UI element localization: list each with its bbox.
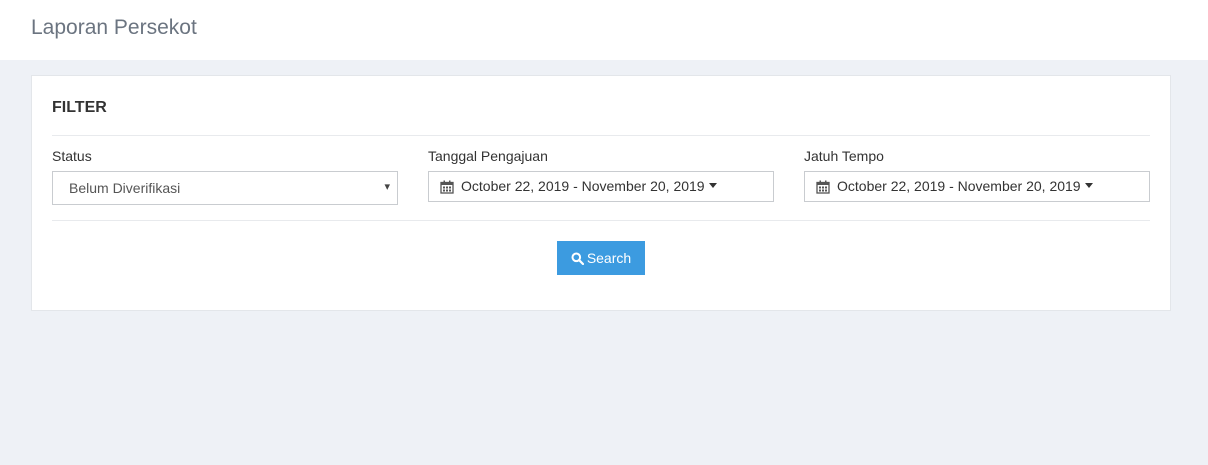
divider [52, 220, 1150, 221]
caret-down-icon [1084, 182, 1093, 188]
jatuh-tempo-value: October 22, 2019 - November 20, 2019 [837, 178, 1081, 194]
tanggal-pengajuan-daterange[interactable]: October 22, 2019 - November 20, 2019 [428, 171, 774, 202]
filter-title: FILTER [52, 99, 107, 116]
tanggal-pengajuan-label: Tanggal Pengajuan [428, 148, 548, 164]
search-button[interactable]: Search [557, 241, 645, 275]
caret-down-icon [708, 182, 717, 188]
search-button-label: Search [586, 250, 632, 266]
chevron-down-icon: ▾ [384, 181, 390, 193]
filter-panel: FILTER Status Belum Diverifikasi ▾ Tangg… [31, 75, 1171, 311]
jatuh-tempo-label: Jatuh Tempo [804, 148, 884, 164]
search-icon [571, 252, 584, 265]
page-title: Laporan Persekot [31, 16, 197, 39]
calendar-icon [440, 180, 454, 194]
divider [52, 135, 1150, 136]
tanggal-pengajuan-value: October 22, 2019 - November 20, 2019 [461, 178, 705, 194]
top-bar: Laporan Persekot [0, 0, 1208, 60]
status-label: Status [52, 148, 92, 164]
status-select-value: Belum Diverifikasi [69, 180, 181, 196]
status-select[interactable]: Belum Diverifikasi ▾ [52, 171, 398, 205]
calendar-icon [816, 180, 830, 194]
jatuh-tempo-daterange[interactable]: October 22, 2019 - November 20, 2019 [804, 171, 1150, 202]
